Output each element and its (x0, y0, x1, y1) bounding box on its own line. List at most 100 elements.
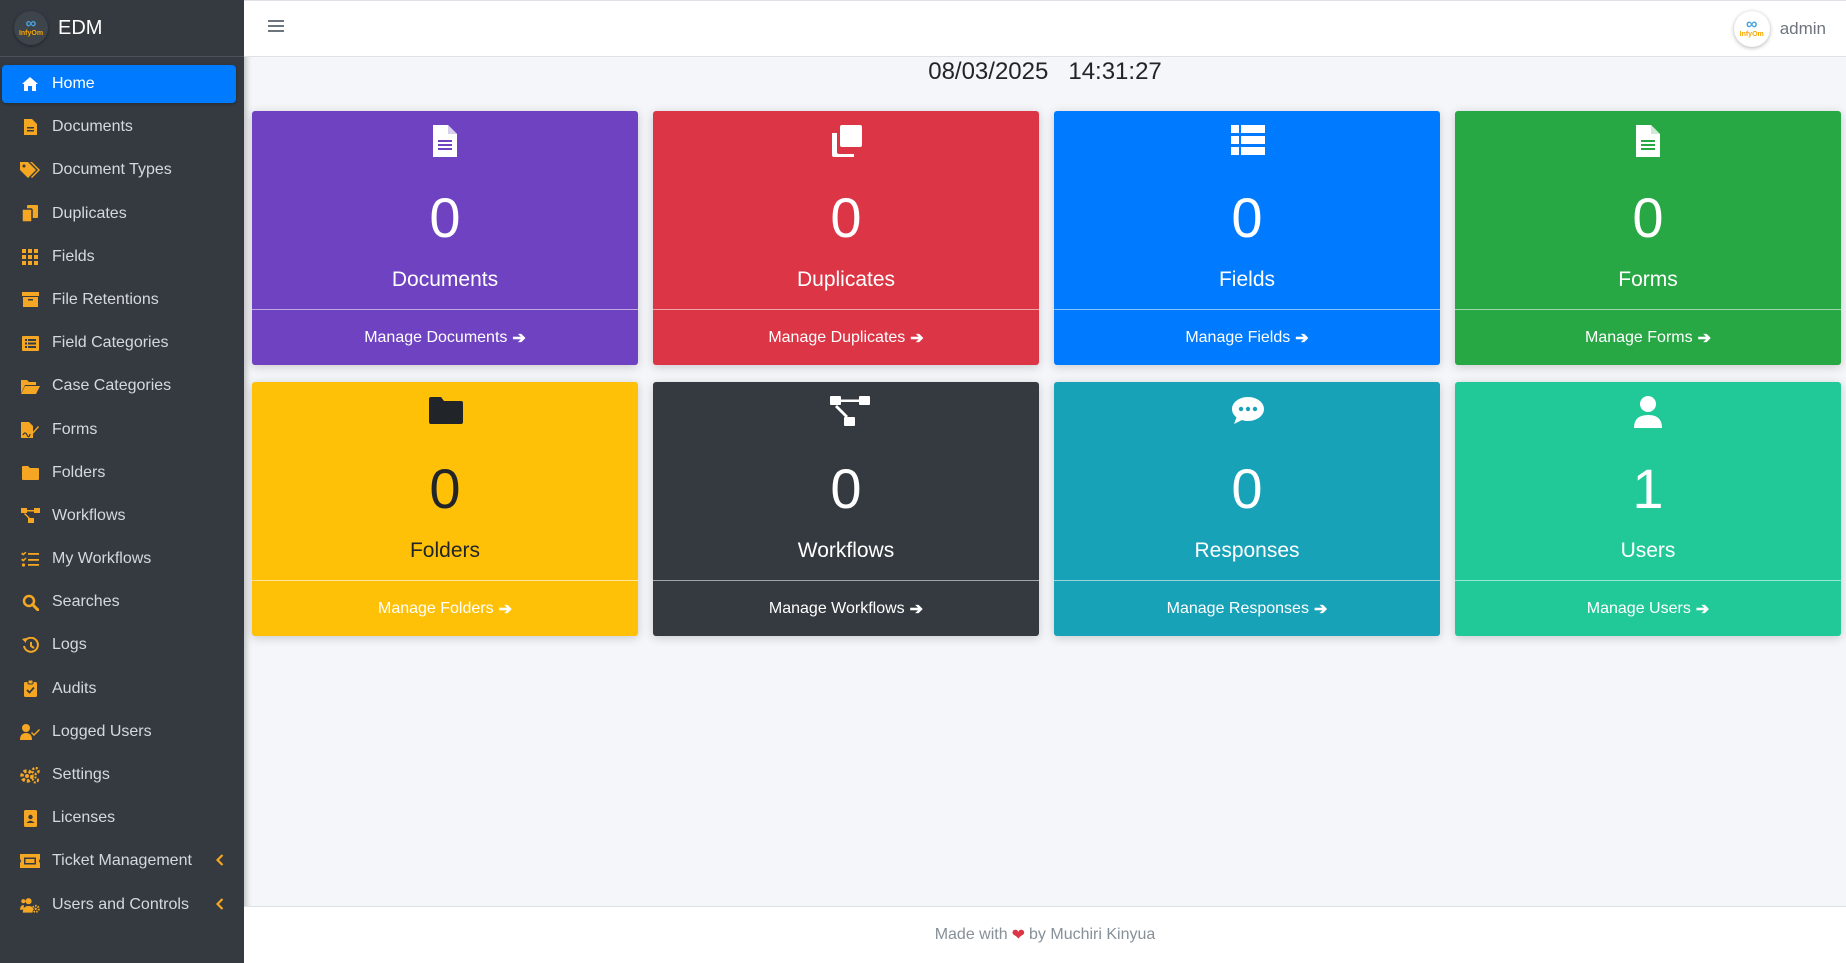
sidebar-item-workflows[interactable]: Workflows (2, 497, 236, 535)
card-title: Duplicates (796, 268, 896, 291)
users-card: 1 Users Manage Users ➔ (1455, 382, 1841, 636)
menu-toggle-icon[interactable] (268, 19, 288, 39)
cogs-icon (20, 765, 40, 785)
current-date: 08/03/2025 (928, 58, 1049, 85)
sidebar-item-settings[interactable]: Settings (2, 756, 236, 794)
sidebar-item-folders[interactable]: Folders (2, 454, 236, 492)
manage-fields-link[interactable]: Manage Fields ➔ (1054, 309, 1440, 365)
card-title: Responses (1194, 539, 1300, 562)
user-menu[interactable]: ∞ InfyOm admin (1733, 11, 1826, 47)
sidebar-item-label: Document Types (52, 161, 172, 179)
sidebar-item-documents[interactable]: Documents (2, 108, 236, 146)
duplicates-card: 0 Duplicates Manage Duplicates ➔ (653, 111, 1039, 365)
workflows-card: 0 Workflows Manage Workflows ➔ (653, 382, 1039, 636)
sidebar-item-logs[interactable]: Logs (2, 626, 236, 664)
tags-icon (20, 160, 40, 180)
card-title: Fields (1218, 268, 1276, 291)
sidebar-item-home[interactable]: Home (2, 65, 236, 103)
sidebar: ∞ InfyOm EDM Home Documents Document Typ… (0, 0, 244, 963)
file-icon (429, 125, 461, 157)
manage-responses-link[interactable]: Manage Responses ➔ (1054, 580, 1440, 636)
datetime-display: 08/03/2025 14:31:27 (244, 58, 1846, 86)
sidebar-item-label: Workflows (52, 506, 126, 524)
sidebar-item-duplicates[interactable]: Duplicates (2, 195, 236, 233)
sidebar-item-my-workflows[interactable]: My Workflows (2, 540, 236, 578)
card-count: 1 (1632, 457, 1664, 520)
card-link-label: Manage Workflows (768, 599, 905, 617)
manage-forms-link[interactable]: Manage Forms ➔ (1455, 309, 1841, 365)
sidebar-item-label: Duplicates (52, 204, 127, 222)
card-count: 0 (830, 457, 862, 520)
card-title: Documents (391, 268, 499, 291)
sidebar-item-file-retentions[interactable]: File Retentions (2, 281, 236, 319)
sidebar-item-label: File Retentions (52, 290, 159, 308)
manage-documents-link[interactable]: Manage Documents ➔ (252, 309, 638, 365)
sidebar-item-label: Home (52, 75, 95, 92)
sidebar-item-case-categories[interactable]: Case Categories (2, 367, 236, 405)
sidebar-item-document-types[interactable]: Document Types (2, 151, 236, 189)
card-count: 0 (429, 457, 461, 520)
top-navbar: ∞ InfyOm admin (244, 0, 1846, 57)
sidebar-item-logged-users[interactable]: Logged Users (2, 713, 236, 751)
sidebar-item-audits[interactable]: Audits (2, 670, 236, 708)
sidebar-item-label: Users and Controls (52, 895, 189, 913)
folder-icon (429, 396, 463, 428)
sidebar-item-users-and-controls[interactable]: Users and Controls (2, 886, 236, 924)
manage-duplicates-link[interactable]: Manage Duplicates ➔ (653, 309, 1039, 365)
file-signature-icon (20, 420, 40, 440)
sitemap-icon (830, 396, 870, 428)
archive-icon (20, 290, 40, 310)
sidebar-item-label: Logs (52, 636, 87, 654)
arrow-right-icon: ➔ (1295, 329, 1309, 347)
manage-users-link[interactable]: Manage Users ➔ (1455, 580, 1841, 636)
list-alt-icon (20, 333, 40, 353)
documents-card: 0 Documents Manage Documents ➔ (252, 111, 638, 365)
sidebar-item-label: Case Categories (52, 377, 172, 395)
manage-workflows-link[interactable]: Manage Workflows ➔ (653, 580, 1039, 636)
list-icon (1231, 125, 1265, 157)
file-icon (20, 117, 40, 137)
card-link-label: Manage Responses (1166, 599, 1309, 617)
sidebar-item-licenses[interactable]: Licenses (2, 799, 236, 837)
card-title: Forms (1618, 268, 1678, 291)
arrow-right-icon: ➔ (909, 600, 924, 618)
sidebar-item-label: My Workflows (52, 550, 152, 568)
grid-icon (20, 247, 40, 267)
user-name: admin (1779, 19, 1826, 38)
footer-author: by Muchiri Kinyua (1029, 926, 1156, 943)
sidebar-item-label: Audits (52, 679, 97, 697)
search-icon (20, 592, 40, 612)
sidebar-item-label: Documents (52, 118, 133, 136)
sidebar-item-searches[interactable]: Searches (2, 583, 236, 621)
folders-card: 0 Folders Manage Folders ➔ (252, 382, 638, 636)
brand-name: EDM (58, 16, 103, 39)
card-link-label: Manage Documents (364, 328, 508, 346)
heart-icon: ❤ (1011, 927, 1026, 944)
card-link-label: Manage Users (1586, 599, 1691, 617)
card-link-label: Manage Fields (1185, 328, 1291, 346)
copy-icon (830, 125, 862, 157)
chevron-left-icon (215, 853, 224, 871)
sidebar-item-field-categories[interactable]: Field Categories (2, 324, 236, 362)
manage-folders-link[interactable]: Manage Folders ➔ (252, 580, 638, 636)
fields-card: 0 Fields Manage Fields ➔ (1054, 111, 1440, 365)
sidebar-item-ticket-management[interactable]: Ticket Management (2, 842, 236, 880)
brand-link[interactable]: ∞ InfyOm EDM (0, 0, 244, 57)
card-count: 0 (830, 186, 862, 249)
page-footer: Made with ❤ by Muchiri Kinyua (244, 906, 1846, 963)
user-check-icon (20, 722, 40, 742)
avatar: ∞ InfyOm (1733, 11, 1770, 47)
sidebar-item-fields[interactable]: Fields (2, 238, 236, 276)
brand-logo: ∞ InfyOm (14, 11, 48, 45)
sidebar-item-label: Searches (52, 593, 120, 611)
card-title: Workflows (797, 539, 895, 562)
sidebar-item-label: Field Categories (52, 334, 169, 352)
tasks-icon (20, 549, 40, 569)
users-cog-icon (20, 895, 40, 915)
folder-icon (20, 463, 40, 483)
sidebar-item-forms[interactable]: Forms (2, 411, 236, 449)
comment-dots-icon (1231, 396, 1264, 428)
ticket-icon (20, 851, 40, 871)
history-icon (20, 635, 40, 655)
sidebar-item-label: Fields (52, 247, 95, 265)
